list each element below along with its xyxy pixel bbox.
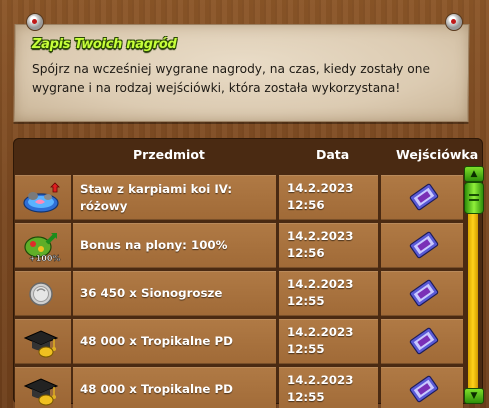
item-date: 14.2.2023 12:56 — [287, 181, 354, 212]
item-date: 14.2.2023 12:55 — [287, 277, 354, 308]
table-row: 36 450 x Sionogrosze 14.2.2023 12:55 — [15, 271, 463, 316]
graduation-cap-icon — [23, 378, 59, 406]
scroll-up-button[interactable]: ▲ — [464, 166, 484, 182]
harvest-bonus-icon: +100% — [24, 233, 61, 263]
ticket-icon — [409, 375, 439, 403]
item-name: 48 000 x Tropikalne PD — [80, 334, 233, 348]
table-row: 48 000 x Tropikalne PD 14.2.2023 12:55 — [15, 319, 463, 364]
item-date: 14.2.2023 12:55 — [287, 325, 354, 356]
silver-coin-icon — [29, 282, 53, 306]
koi-pond-icon — [23, 182, 60, 213]
item-name: Staw z karpiami koi IV: różowy — [80, 182, 233, 213]
item-date: 14.2.2023 12:55 — [287, 373, 354, 404]
table-row: 48 000 x Tropikalne PD 14.2.2023 12:55 — [15, 367, 463, 408]
item-name: 48 000 x Tropikalne PD — [80, 382, 233, 396]
item-name: 36 450 x Sionogrosze — [80, 286, 223, 300]
item-date: 14.2.2023 12:56 — [287, 229, 354, 260]
ticket-icon — [409, 279, 439, 307]
list-header: Przedmiot Data Wejściówka — [13, 138, 483, 170]
header-date: Data — [316, 147, 350, 162]
pin-icon — [26, 13, 44, 31]
ticket-icon — [409, 183, 439, 211]
pin-icon — [445, 13, 463, 31]
header-item: Przedmiot — [133, 147, 205, 162]
ticket-icon — [409, 231, 439, 259]
ticket-icon — [409, 327, 439, 355]
header-ticket: Wejściówka — [396, 147, 479, 162]
item-name: Bonus na plony: 100% — [80, 238, 228, 252]
note-title: Zapis Twoich nagród — [32, 37, 177, 52]
scroll-down-button[interactable]: ▼ — [464, 388, 484, 404]
table-row: +100% Bonus na plony: 100% 14.2.2023 12:5… — [15, 223, 463, 268]
note-description: Spójrz na wcześniej wygrane nagrody, na … — [32, 62, 430, 95]
graduation-cap-icon — [23, 330, 59, 358]
svg-text:+100%: +100% — [29, 254, 60, 263]
table-row: Staw z karpiami koi IV: różowy 14.2.2023… — [15, 175, 463, 220]
scrollbar-thumb[interactable] — [464, 182, 484, 214]
rewards-list[interactable]: Staw z karpiami koi IV: różowy 14.2.2023… — [15, 175, 463, 408]
